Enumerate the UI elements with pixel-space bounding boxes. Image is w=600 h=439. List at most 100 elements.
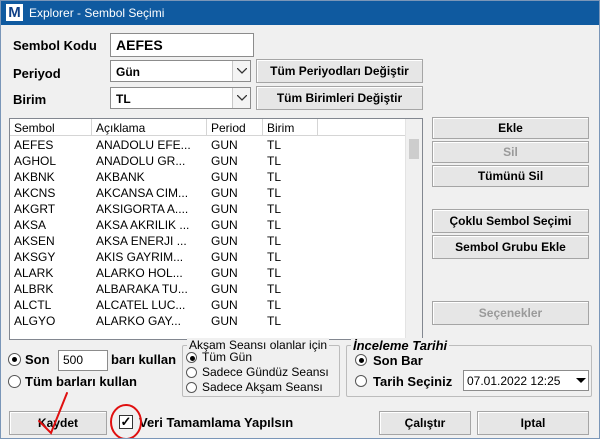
unit-value: TL bbox=[116, 92, 131, 106]
table-row[interactable]: AGHOL ANADOLU GR... GUN TL bbox=[10, 153, 406, 169]
add-button[interactable]: Ekle bbox=[432, 117, 589, 139]
select-date-label: Tarih Seçiniz bbox=[373, 374, 453, 389]
data-completion-checkbox[interactable]: ✓ bbox=[119, 415, 133, 429]
table-row[interactable]: ALCTL ALCATEL LUC... GUN TL bbox=[10, 297, 406, 313]
symbol-table[interactable]: Sembol Açıklama Period Birim AEFES ANADOL… bbox=[9, 118, 423, 340]
column-header-description[interactable]: Açıklama bbox=[92, 119, 207, 136]
table-header: Sembol Açıklama Period Birim bbox=[10, 119, 406, 136]
day-session-radio[interactable] bbox=[186, 367, 197, 378]
calendar-dropdown-icon[interactable] bbox=[572, 371, 588, 390]
use-last-bars-radio[interactable] bbox=[8, 353, 21, 366]
run-button[interactable]: Çalıştır bbox=[379, 411, 471, 435]
use-all-bars-radio[interactable] bbox=[8, 375, 21, 388]
cell-symbol: ALBRK bbox=[14, 282, 54, 296]
cell-unit: TL bbox=[267, 170, 282, 184]
column-header-unit[interactable]: Birim bbox=[263, 119, 318, 136]
bar-count-input[interactable]: 500 bbox=[58, 350, 108, 371]
multi-symbol-select-button[interactable]: Çoklu Sembol Seçimi bbox=[432, 209, 589, 233]
period-value: Gün bbox=[116, 65, 140, 79]
table-row[interactable]: ALBRK ALBARAKA TU... GUN TL bbox=[10, 281, 406, 297]
cell-period: GUN bbox=[211, 154, 238, 168]
cell-unit: TL bbox=[267, 202, 282, 216]
son-label: Son bbox=[25, 352, 50, 367]
cell-symbol: ALARK bbox=[14, 266, 54, 280]
cell-symbol: AKSGY bbox=[14, 250, 56, 264]
cell-period: GUN bbox=[211, 218, 238, 232]
last-bar-radio[interactable] bbox=[355, 354, 367, 366]
cell-period: GUN bbox=[211, 298, 238, 312]
select-date-radio[interactable] bbox=[355, 375, 367, 387]
cell-unit: TL bbox=[267, 298, 282, 312]
evening-session-label: Sadece Akşam Seansı bbox=[202, 380, 323, 394]
use-bars-label: barı kullan bbox=[111, 352, 177, 367]
save-button[interactable]: Kaydet bbox=[9, 411, 107, 435]
cell-description: AKSIGORTA A.... bbox=[96, 202, 189, 216]
use-all-bars-label: Tüm barları kullan bbox=[25, 374, 137, 389]
chevron-down-icon[interactable] bbox=[232, 88, 250, 108]
add-symbol-group-button[interactable]: Sembol Grubu Ekle bbox=[432, 235, 589, 259]
table-row[interactable]: AKSA AKSA AKRILIK ... GUN TL bbox=[10, 217, 406, 233]
cell-unit: TL bbox=[267, 314, 282, 328]
table-row[interactable]: AKSEN AKSA ENERJI ... GUN TL bbox=[10, 233, 406, 249]
delete-button[interactable]: Sil bbox=[432, 141, 589, 163]
cell-unit: TL bbox=[267, 250, 282, 264]
symbol-code-input[interactable]: AEFES bbox=[110, 33, 254, 57]
scrollbar-thumb[interactable] bbox=[409, 139, 419, 159]
cell-unit: TL bbox=[267, 218, 282, 232]
column-header-period[interactable]: Period bbox=[207, 119, 263, 136]
evening-session-radio[interactable] bbox=[186, 382, 197, 393]
window-title: Explorer - Sembol Seçimi bbox=[29, 6, 165, 20]
cell-period: GUN bbox=[211, 138, 238, 152]
cell-symbol: AKGRT bbox=[14, 202, 56, 216]
title-bar: M Explorer - Sembol Seçimi bbox=[1, 1, 599, 25]
review-date-picker[interactable]: 07.01.2022 12:25 bbox=[463, 370, 589, 391]
table-row[interactable]: AKBNK AKBANK GUN TL bbox=[10, 169, 406, 185]
cell-description: ALARKO HOL... bbox=[96, 266, 183, 280]
cell-symbol: AKCNS bbox=[14, 186, 56, 200]
cell-period: GUN bbox=[211, 234, 238, 248]
cell-period: GUN bbox=[211, 282, 238, 296]
cell-period: GUN bbox=[211, 314, 238, 328]
cell-symbol: AKSEN bbox=[14, 234, 55, 248]
cell-symbol: AKSA bbox=[14, 218, 47, 232]
options-button[interactable]: Seçenekler bbox=[432, 301, 589, 325]
cell-period: GUN bbox=[211, 170, 238, 184]
last-bar-label: Son Bar bbox=[373, 353, 423, 368]
cell-description: AKSA ENERJI ... bbox=[96, 234, 187, 248]
app-logo: M bbox=[6, 4, 23, 21]
cell-unit: TL bbox=[267, 186, 282, 200]
unit-select[interactable]: TL bbox=[110, 87, 251, 109]
unit-label: Birim bbox=[13, 92, 47, 107]
period-select[interactable]: Gün bbox=[110, 60, 251, 82]
cell-symbol: ALCTL bbox=[14, 298, 52, 312]
chevron-down-icon[interactable] bbox=[232, 61, 250, 81]
cell-unit: TL bbox=[267, 138, 282, 152]
cell-description: ALARKO GAY... bbox=[96, 314, 181, 328]
table-row[interactable]: AKSGY AKIS GAYRIM... GUN TL bbox=[10, 249, 406, 265]
cell-unit: TL bbox=[267, 154, 282, 168]
cell-period: GUN bbox=[211, 266, 238, 280]
cancel-button[interactable]: Iptal bbox=[477, 411, 589, 435]
cell-period: GUN bbox=[211, 202, 238, 216]
cell-symbol: AGHOL bbox=[14, 154, 57, 168]
period-label: Periyod bbox=[13, 66, 61, 81]
explorer-window: M Explorer - Sembol Seçimi Sembol Kodu A… bbox=[0, 0, 600, 439]
table-row[interactable]: AKCNS AKCANSA CIM... GUN TL bbox=[10, 185, 406, 201]
table-row[interactable]: AEFES ANADOLU EFE... GUN TL bbox=[10, 137, 406, 153]
all-day-radio[interactable] bbox=[186, 352, 197, 363]
cell-description: AKSA AKRILIK ... bbox=[96, 218, 190, 232]
column-header-symbol[interactable]: Sembol bbox=[10, 119, 92, 136]
table-row[interactable]: ALARK ALARKO HOL... GUN TL bbox=[10, 265, 406, 281]
table-row[interactable]: AKGRT AKSIGORTA A.... GUN TL bbox=[10, 201, 406, 217]
table-row[interactable]: ALGYO ALARKO GAY... GUN TL bbox=[10, 313, 406, 329]
cell-unit: TL bbox=[267, 266, 282, 280]
review-date-value: 07.01.2022 12:25 bbox=[467, 374, 561, 388]
cell-period: GUN bbox=[211, 250, 238, 264]
delete-all-button[interactable]: Tümünü Sil bbox=[432, 165, 589, 187]
vertical-scrollbar[interactable] bbox=[405, 119, 422, 339]
cell-unit: TL bbox=[267, 234, 282, 248]
all-day-label: Tüm Gün bbox=[202, 350, 253, 364]
cell-description: ALBARAKA TU... bbox=[96, 282, 188, 296]
change-all-periods-button[interactable]: Tüm Periyodları Değiştir bbox=[256, 59, 423, 83]
change-all-units-button[interactable]: Tüm Birimleri Değiştir bbox=[256, 86, 423, 110]
